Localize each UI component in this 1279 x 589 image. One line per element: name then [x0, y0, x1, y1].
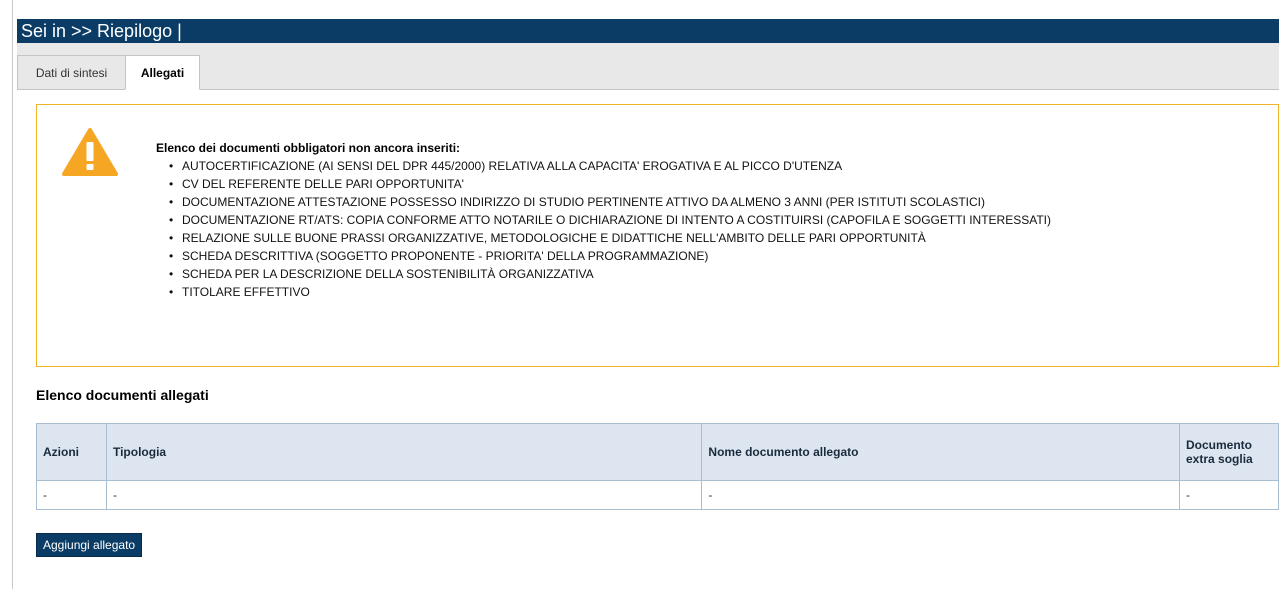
list-item: RELAZIONE SULLE BUONE PRASSI ORGANIZZATI…	[156, 229, 1051, 247]
breadcrumb-text: Sei in >> Riepilogo |	[21, 21, 182, 41]
main-content: Sei in >> Riepilogo | Dati di sintesi Al…	[17, 0, 1279, 589]
tab-label: Dati di sintesi	[35, 66, 108, 80]
list-item: DOCUMENTAZIONE ATTESTAZIONE POSSESSO IND…	[156, 193, 1051, 211]
column-header-azioni: Azioni	[36, 423, 107, 481]
tab-allegati[interactable]: Allegati	[125, 55, 200, 90]
table-header-row: Azioni Tipologia Nome documento allegato…	[36, 423, 1279, 481]
table-row: - - - -	[36, 480, 1279, 510]
column-header-tipologia: Tipologia	[105, 423, 703, 481]
attachments-section-title: Elenco documenti allegati	[36, 387, 209, 403]
list-item: DOCUMENTAZIONE RT/ATS: COPIA CONFORME AT…	[156, 211, 1051, 229]
attachments-table: Azioni Tipologia Nome documento allegato…	[36, 423, 1279, 510]
list-item: SCHEDA DESCRITTIVA (SOGGETTO PROPONENTE …	[156, 247, 1051, 265]
breadcrumb: Sei in >> Riepilogo |	[17, 19, 1279, 43]
table-cell: -	[105, 480, 703, 510]
add-attachment-button[interactable]: Aggiungi allegato	[36, 533, 143, 557]
list-item: AUTOCERTIFICAZIONE (AI SENSI DEL DPR 445…	[156, 157, 1051, 175]
column-header-documento-extra-soglia: Documento extra soglia	[1179, 423, 1279, 481]
list-item: SCHEDA PER LA DESCRIZIONE DELLA SOSTENIB…	[156, 265, 1051, 283]
tab-label: Allegati	[140, 66, 185, 80]
missing-documents-alert: Elenco dei documenti obbligatori non anc…	[36, 104, 1279, 367]
list-item: CV DEL REFERENTE DELLE PARI OPPORTUNITA'	[156, 175, 1051, 193]
missing-documents-list: AUTOCERTIFICAZIONE (AI SENSI DEL DPR 445…	[156, 157, 1051, 301]
warning-triangle-icon	[62, 128, 118, 176]
table-cell: -	[36, 480, 107, 510]
page-left-divider	[0, 0, 13, 589]
alert-heading: Elenco dei documenti obbligatori non anc…	[156, 141, 461, 155]
column-header-nome-documento: Nome documento allegato	[701, 423, 1180, 481]
tab-dati-di-sintesi[interactable]: Dati di sintesi	[17, 55, 126, 89]
table-cell: -	[701, 480, 1180, 510]
list-item: TITOLARE EFFETTIVO	[156, 283, 1051, 301]
tab-bar: Dati di sintesi Allegati	[17, 43, 1279, 90]
table-cell: -	[1179, 480, 1279, 510]
